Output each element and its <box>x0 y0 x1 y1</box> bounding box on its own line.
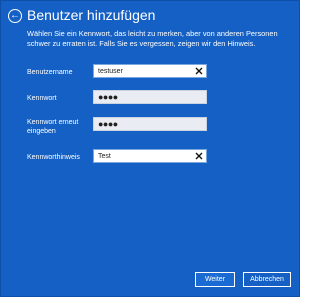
password-value: ●●●● <box>98 92 118 102</box>
hint-field[interactable]: Test <box>93 149 207 163</box>
hint-label: Kennworthinweis <box>27 154 80 161</box>
password-label: Kennwort <box>27 95 57 102</box>
username-value: testuser <box>98 68 123 75</box>
password-confirm-field[interactable]: ●●●● <box>93 117 207 131</box>
clear-icon[interactable] <box>194 66 204 76</box>
clear-icon[interactable] <box>194 151 204 161</box>
next-button[interactable]: Weiter <box>195 272 235 287</box>
description-text: Wählen Sie ein Kennwort, das leicht zu m… <box>27 29 278 48</box>
password-field[interactable]: ●●●● <box>93 90 207 104</box>
hint-value: Test <box>98 153 111 160</box>
password-confirm-label: Kennwort erneut eingeben <box>27 119 79 135</box>
add-user-dialog: ← Benutzer hinzufügen Wählen Sie ein Ken… <box>0 0 300 297</box>
username-field[interactable]: testuser <box>93 64 207 78</box>
username-label: Benutzername <box>27 69 73 76</box>
cancel-button[interactable]: Abbrechen <box>243 272 291 287</box>
password-confirm-value: ●●●● <box>98 119 118 129</box>
page-title: Benutzer hinzufügen <box>27 7 156 23</box>
back-arrow-icon[interactable]: ← <box>8 9 22 23</box>
